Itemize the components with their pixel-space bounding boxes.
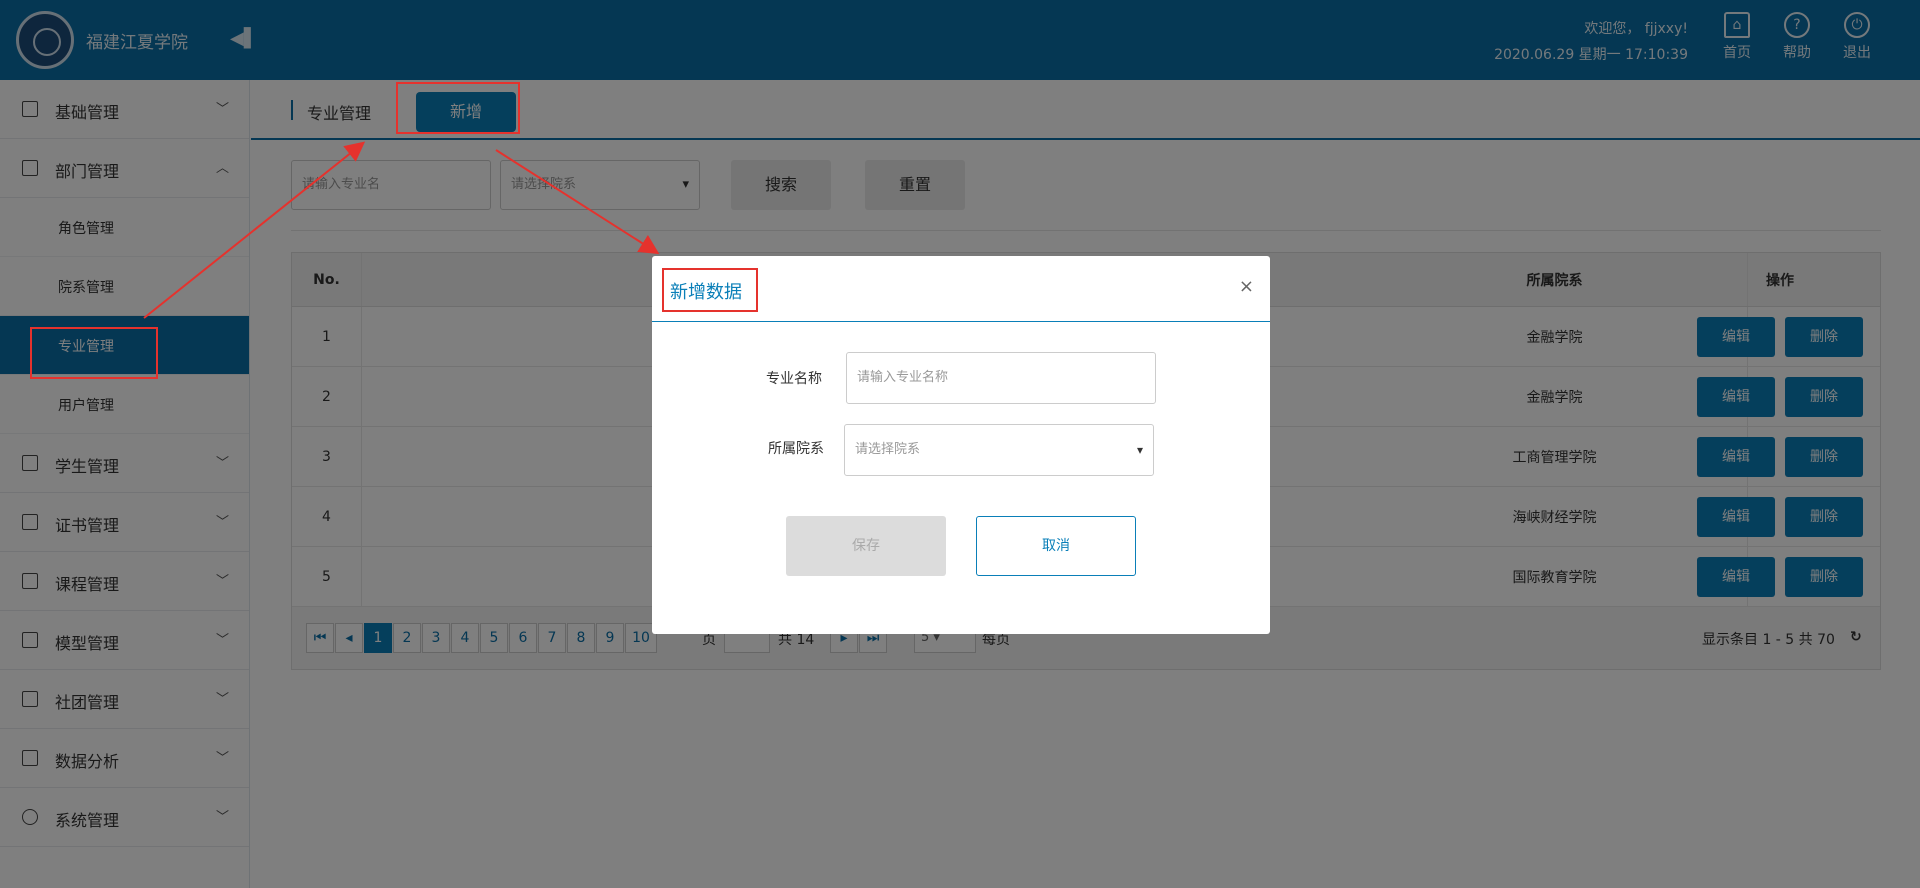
annotation-box-title — [662, 268, 758, 312]
annotation-box-majors — [30, 327, 158, 379]
add-data-modal: 新增数据 × 专业名称 请输入专业名称 所属院系 请选择院系 ▾ 保存 取消 — [652, 256, 1270, 634]
close-icon[interactable]: × — [1239, 276, 1254, 297]
department-select[interactable]: 请选择院系 ▾ — [844, 424, 1154, 476]
major-name-label: 专业名称 — [766, 371, 822, 387]
department-label: 所属院系 — [768, 441, 824, 457]
annotation-box-add — [396, 82, 520, 134]
major-name-input[interactable]: 请输入专业名称 — [846, 352, 1156, 404]
dropdown-arrow-icon: ▾ — [1136, 443, 1143, 457]
save-button[interactable]: 保存 — [786, 516, 946, 576]
cancel-button[interactable]: 取消 — [976, 516, 1136, 576]
